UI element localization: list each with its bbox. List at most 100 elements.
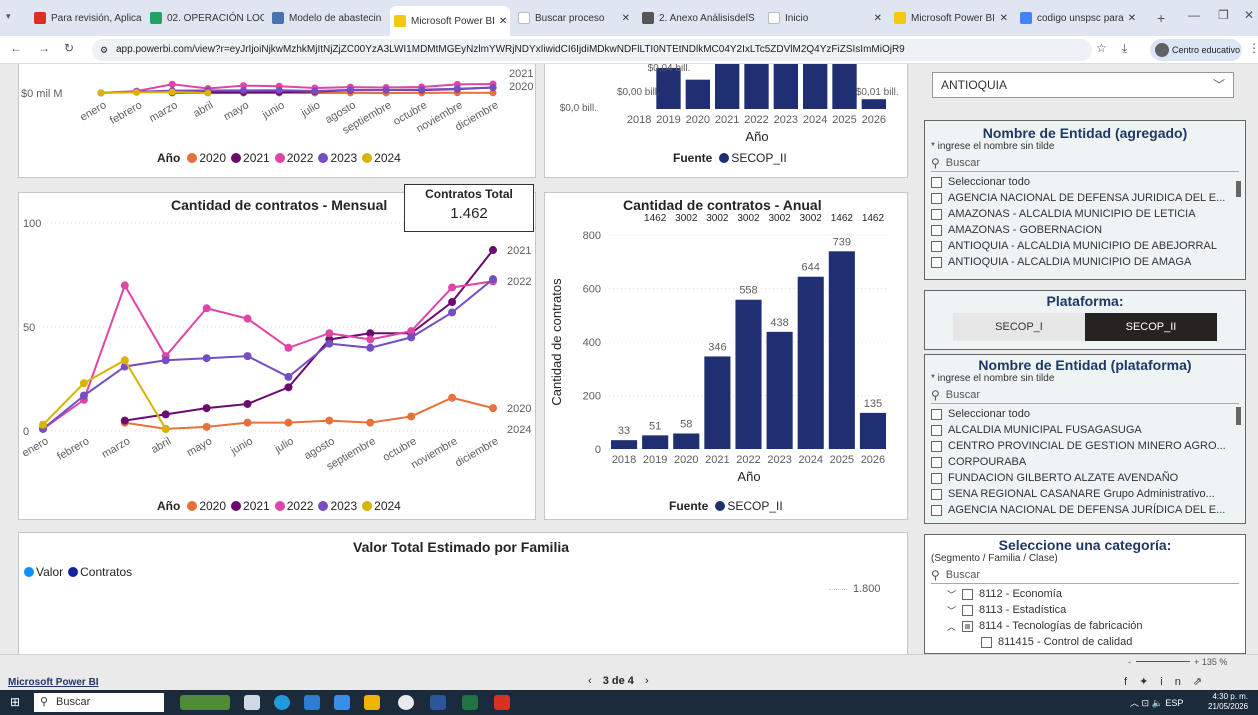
close-tab-icon[interactable]: ✕ xyxy=(381,13,386,24)
list-item[interactable]: AGENCIA NACIONAL DE DEFENSA JURIDICA DEL… xyxy=(925,190,1245,206)
list-item[interactable]: CORPOURABA xyxy=(925,454,1245,470)
plataforma-option-secop-ii[interactable]: SECOP_II xyxy=(1085,313,1217,341)
twitter-icon[interactable]: ✦ xyxy=(1139,676,1160,688)
store-icon[interactable] xyxy=(304,695,320,710)
site-info-icon[interactable]: ⚙ xyxy=(100,39,108,61)
taskbar-clock[interactable]: 4:30 p. m. 21/05/2026 xyxy=(1208,692,1248,712)
close-tab-icon[interactable]: ✕ xyxy=(618,13,630,24)
facebook-icon[interactable]: f xyxy=(1124,676,1139,688)
excel-icon[interactable] xyxy=(462,695,478,710)
list-item[interactable]: Seleccionar todo xyxy=(925,174,1245,190)
scrollbar-thumb[interactable] xyxy=(1236,181,1241,197)
zoom-control[interactable]: - + 135 % xyxy=(1128,657,1227,667)
edge-icon[interactable] xyxy=(274,695,290,710)
close-window-icon[interactable]: ✕ xyxy=(1244,8,1254,22)
checkbox[interactable] xyxy=(931,176,942,188)
list-item[interactable]: Seleccionar todo xyxy=(925,406,1245,422)
list-item[interactable]: SENA REGIONAL CASANARE Grupo Administrat… xyxy=(925,486,1245,502)
valor-anual-chart[interactable]: 2018 2019 2020 2021 2022 2023 2024 2025 2026 $0,0… xyxy=(544,64,908,178)
legend-entry[interactable]: Contratos xyxy=(80,565,132,579)
checkbox[interactable] xyxy=(931,408,942,420)
network-icon[interactable]: ⊡ xyxy=(1142,698,1150,708)
valor-familia-chart[interactable]: Valor Total Estimado por Familia Valor Co… xyxy=(18,532,908,654)
browser-tab[interactable]: Inicio ✕ xyxy=(764,6,886,30)
legend-entry[interactable]: Valor xyxy=(36,565,63,579)
browser-tab[interactable]: codigo unspsc para ✕ xyxy=(1016,6,1138,30)
list-item[interactable]: CENTRO PROVINCIAL DE GESTION MINERO AGRO… xyxy=(925,438,1245,454)
next-page-icon[interactable]: › xyxy=(645,675,649,687)
contratos-anual-chart[interactable]: Cantidad de contratos - Anual 0 200 400 600… xyxy=(544,192,908,520)
taskbar-search[interactable]: ⚲ Buscar xyxy=(34,693,164,712)
volume-icon[interactable]: 🔈 xyxy=(1152,698,1163,708)
power-bi-link[interactable]: Microsoft Power BI xyxy=(8,677,99,688)
task-view-icon[interactable] xyxy=(244,695,260,710)
categoria-search[interactable]: ⚲ Buscar xyxy=(931,566,1239,584)
chevron-down-icon[interactable]: ﹀ xyxy=(947,604,956,617)
legend-entry[interactable]: SECOP_II xyxy=(727,499,782,513)
linkedin-icon[interactable]: in xyxy=(1160,676,1193,688)
download-icon[interactable]: ⤓ xyxy=(1122,41,1127,56)
zoom-slider[interactable] xyxy=(1135,661,1190,662)
list-item[interactable]: ANTIOQUIA - ALCALDIA MUNICIPIO DE AMAGA xyxy=(925,254,1245,270)
checkbox[interactable] xyxy=(931,488,942,500)
checkbox[interactable] xyxy=(931,472,942,484)
checkbox[interactable] xyxy=(931,456,942,468)
close-tab-icon[interactable]: ✕ xyxy=(1124,13,1136,24)
profile-button[interactable]: Centro educativo xyxy=(1150,39,1242,61)
word-icon[interactable] xyxy=(430,695,446,710)
tree-item[interactable]: ﹀ 8113 - Estadística xyxy=(925,602,1245,618)
legend-entry[interactable]: 2024 xyxy=(374,499,401,513)
share-icon[interactable]: ⇗ xyxy=(1193,676,1214,688)
new-tab-icon[interactable]: + xyxy=(1157,10,1165,26)
url-field[interactable]: ⚙ app.powerbi.com/view?r=eyJrIjoiNjkwMzh… xyxy=(92,39,1092,61)
back-icon[interactable]: ← xyxy=(10,41,22,55)
tray-chevron-icon[interactable]: ︿ xyxy=(1130,698,1139,708)
chevron-up-icon[interactable]: ︿ xyxy=(947,620,956,633)
plataforma-option-secop-i[interactable]: SECOP_I xyxy=(953,313,1085,341)
list-item[interactable]: AMAZONAS - ALCALDIA MUNICIPIO DE LETICIA xyxy=(925,206,1245,222)
prev-page-icon[interactable]: ‹ xyxy=(588,675,592,687)
forward-icon[interactable]: → xyxy=(38,41,50,55)
checkbox[interactable] xyxy=(931,208,942,220)
browser-tab[interactable]: 02. OPERACIÓN LOG✕ xyxy=(146,6,264,30)
browser-tab[interactable]: Microsoft Power BI ✕ xyxy=(890,6,1012,30)
restore-icon[interactable]: ❐ xyxy=(1218,8,1229,22)
bookmark-star-icon[interactable]: ☆ xyxy=(1096,41,1107,55)
entidad-agregado-search[interactable]: ⚲ Buscar xyxy=(931,154,1239,172)
checkbox[interactable] xyxy=(931,192,942,204)
legend-entry[interactable]: 2020 xyxy=(199,151,226,165)
legend-entry[interactable]: SECOP_II xyxy=(731,151,786,165)
department-dropdown[interactable]: ANTIOQUIA ﹀ xyxy=(932,72,1234,98)
list-item[interactable]: AMAZONAS - GOBERNACION xyxy=(925,222,1245,238)
browser-tab[interactable]: Microsoft Power BI ✕ xyxy=(390,6,510,36)
scrollbar-thumb[interactable] xyxy=(1236,407,1241,425)
tree-item[interactable]: ︿ 8114 - Tecnologías de fabricación xyxy=(925,618,1245,634)
legend-entry[interactable]: 2024 xyxy=(374,151,401,165)
landscape-icon[interactable] xyxy=(180,695,230,710)
legend-entry[interactable]: 2021 xyxy=(243,499,270,513)
checkbox[interactable] xyxy=(962,620,974,632)
reload-icon[interactable]: ↻ xyxy=(64,41,74,55)
entidad-plataforma-search[interactable]: ⚲ Buscar xyxy=(931,386,1239,404)
legend-entry[interactable]: 2023 xyxy=(330,499,357,513)
tree-item[interactable]: ﹀ 8112 - Economía xyxy=(925,586,1245,602)
legend-entry[interactable]: 2020 xyxy=(199,499,226,513)
checkbox[interactable] xyxy=(962,588,974,600)
close-tab-icon[interactable]: ✕ xyxy=(870,13,882,24)
close-tab-icon[interactable]: ✕ xyxy=(996,13,1008,24)
checkbox[interactable] xyxy=(931,504,942,516)
close-tab-icon[interactable]: ✕ xyxy=(755,13,760,24)
explorer-icon[interactable] xyxy=(364,695,380,710)
legend-entry[interactable]: 2021 xyxy=(243,151,270,165)
list-item[interactable]: ANTIOQUIA - ALCALDIA MUNICIPIO DE ABEJOR… xyxy=(925,238,1245,254)
list-item[interactable]: AGENCIA NACIONAL DE DEFENSA JURÍDICA DEL… xyxy=(925,502,1245,516)
checkbox[interactable] xyxy=(962,604,974,616)
browser-tab[interactable]: Para revisión, Aplicac✕ xyxy=(30,6,142,30)
browser-tab[interactable]: Buscar proceso ✕ xyxy=(514,6,634,30)
checkbox[interactable] xyxy=(931,440,942,452)
checkbox[interactable] xyxy=(931,224,942,236)
contratos-mensual-chart[interactable]: Cantidad de contratos - Mensual 0 50 100 en… xyxy=(18,192,536,520)
contratos-total-card[interactable]: Contratos Total 1.462 xyxy=(404,184,534,232)
chrome-icon[interactable] xyxy=(398,695,414,710)
zoom-out-icon[interactable]: - xyxy=(1128,657,1131,667)
